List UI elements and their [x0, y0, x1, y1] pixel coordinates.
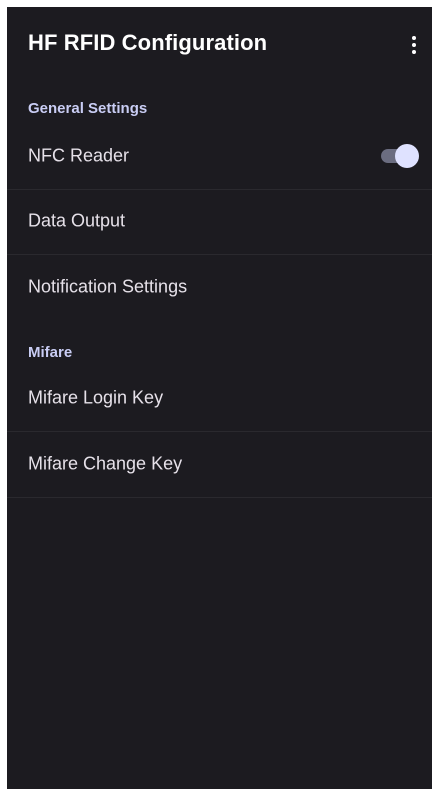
- more-options-button[interactable]: [400, 29, 428, 61]
- pref-mifare-login-key[interactable]: Mifare Login Key: [7, 365, 432, 432]
- nfc-reader-toggle[interactable]: [381, 144, 419, 168]
- more-vert-icon-dot: [412, 43, 416, 47]
- pref-mifare-login-key-label: Mifare Login Key: [28, 387, 164, 408]
- pref-data-output[interactable]: Data Output: [7, 188, 432, 255]
- pref-notification-settings-label: Notification Settings: [28, 276, 188, 297]
- more-vert-icon: [412, 36, 416, 40]
- more-vert-icon-dot: [412, 50, 416, 54]
- pref-notification-settings[interactable]: Notification Settings: [7, 254, 432, 320]
- category-general-settings: General Settings: [28, 100, 148, 117]
- pref-mifare-change-key[interactable]: Mifare Change Key: [7, 431, 432, 498]
- toggle-thumb: [395, 144, 419, 168]
- pref-nfc-reader-label: NFC Reader: [28, 145, 130, 166]
- category-mifare: Mifare: [28, 344, 73, 361]
- app-screen: HF RFID Configuration General Settings N…: [7, 7, 432, 789]
- pref-mifare-change-key-label: Mifare Change Key: [28, 453, 183, 474]
- pref-data-output-label: Data Output: [28, 210, 126, 231]
- pref-nfc-reader[interactable]: NFC Reader: [7, 123, 432, 190]
- page-title: HF RFID Configuration: [28, 30, 268, 55]
- app-bar: HF RFID Configuration: [7, 7, 432, 83]
